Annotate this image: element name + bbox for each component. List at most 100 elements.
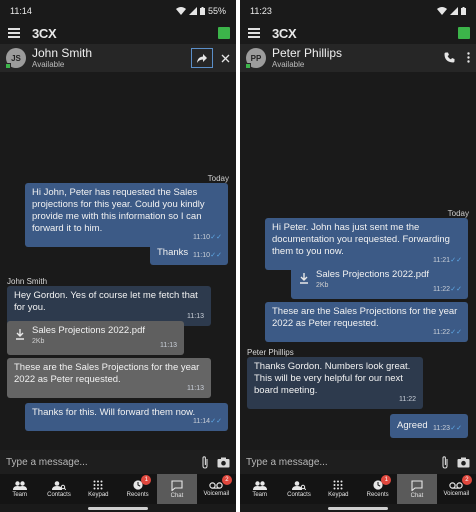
nav-label: Chat [170, 492, 184, 499]
contacts-icon [291, 480, 306, 490]
nav-label: Contacts [287, 491, 311, 498]
composer-bar [0, 450, 236, 474]
forward-icon [197, 53, 207, 63]
recents-badge: 1 [381, 475, 392, 485]
file-details: Sales Projections 2022.pdf 2Kb [32, 325, 145, 346]
wifi-icon [175, 7, 186, 15]
team-icon [252, 480, 267, 490]
contact-name: John Smith [32, 45, 93, 60]
phone-screen-right: 11:23 3CX PP Peter Phillips Available To… [240, 0, 476, 512]
nav-label: Keypad [88, 492, 109, 498]
composer-actions [201, 455, 230, 469]
message-bubble[interactable]: Thanks Gordon. Numbers look great. This … [247, 357, 423, 409]
status-time: 11:14 [10, 6, 32, 16]
attach-icon[interactable] [441, 455, 449, 469]
recents-badge: 1 [141, 475, 152, 485]
menu-icon[interactable] [8, 28, 20, 38]
nav-contacts[interactable]: Contacts [279, 474, 318, 504]
download-icon[interactable] [14, 327, 26, 343]
app-bar: 3CX [240, 22, 476, 44]
menu-icon[interactable] [248, 28, 260, 38]
avatar[interactable]: PP [245, 48, 266, 69]
file-attachment[interactable]: Sales Projections 2022.pdf 2Kb 11:13 [7, 321, 184, 355]
nav-chat[interactable]: Chat [157, 474, 197, 504]
message-time: 11:13 [160, 342, 177, 349]
camera-icon[interactable] [217, 457, 230, 468]
message-text: Hey Gordon. Yes of course let me fetch t… [14, 290, 198, 313]
nav-voicemail[interactable]: 2 Voicemail [197, 474, 236, 504]
battery-icon [199, 7, 205, 15]
message-bubble[interactable]: Hi Peter. John has just sent me the docu… [265, 218, 468, 270]
status-icons: 55% [175, 6, 226, 16]
sender-name: Peter Phillips [247, 348, 294, 357]
message-bubble[interactable]: Hi John, Peter has requested the Sales p… [25, 183, 228, 247]
more-options-icon[interactable] [467, 52, 470, 63]
home-indicator[interactable] [328, 507, 388, 510]
message-bubble[interactable]: Agreed 11:23 ✓✓ [390, 414, 468, 438]
message-text: Thanks Gordon. Numbers look great. This … [254, 361, 411, 396]
message-text: These are the Sales Projections for the … [272, 306, 458, 329]
composer-actions [441, 455, 470, 469]
message-list[interactable]: Today Hi Peter. John has just sent me th… [240, 72, 476, 446]
message-bubble[interactable]: Thanks 11:10 ✓✓ [150, 241, 228, 265]
nav-label: Voicemail [443, 490, 470, 497]
contact-status: Available [32, 59, 65, 69]
file-attachment[interactable]: Sales Projections 2022.pdf 2Kb 11:22 ✓✓ [291, 265, 468, 299]
presence-dot [5, 63, 11, 69]
nav-team[interactable]: Team [240, 474, 279, 504]
message-bubble[interactable]: Thanks for this. Will forward them now. … [25, 403, 228, 431]
read-check-icon: ✓✓ [450, 329, 462, 336]
voicemail-icon [449, 481, 463, 489]
message-time: 11:13 [187, 313, 204, 320]
avatar[interactable]: JS [5, 48, 26, 69]
attach-icon[interactable] [201, 455, 209, 469]
forward-button[interactable] [191, 48, 213, 68]
nav-label: Team [12, 491, 27, 498]
download-icon[interactable] [298, 271, 310, 287]
message-text: Thanks [157, 247, 189, 258]
composer-bar [240, 450, 476, 474]
file-row: Sales Projections 2022.pdf 2Kb [14, 325, 177, 346]
nav-chat[interactable]: Chat [397, 474, 437, 504]
message-bubble[interactable]: These are the Sales Projections for the … [265, 302, 468, 342]
presence-status-button[interactable] [218, 27, 230, 39]
presence-status-button[interactable] [458, 27, 470, 39]
home-indicator[interactable] [88, 507, 148, 510]
avatar-initials: PP [250, 53, 262, 63]
voicemail-badge: 2 [221, 475, 232, 485]
message-time: 11:14 [193, 418, 210, 425]
contacts-icon [51, 480, 66, 490]
message-time: 11:13 [187, 385, 204, 392]
message-time: 11:10 [193, 252, 210, 259]
phone-screen-left: 11:14 55% 3CX JS John Smith Available To… [0, 0, 236, 512]
read-check-icon: ✓✓ [450, 425, 462, 432]
nav-keypad[interactable]: Keypad [319, 474, 358, 504]
presence-dot [245, 63, 251, 69]
message-input[interactable] [246, 452, 441, 472]
phone-call-icon[interactable] [444, 52, 455, 63]
close-icon[interactable] [221, 54, 230, 63]
nav-keypad[interactable]: Keypad [79, 474, 118, 504]
contact-info: Peter Phillips Available [272, 46, 342, 70]
sender-name: John Smith [7, 277, 48, 286]
message-input[interactable] [6, 452, 201, 472]
nav-voicemail[interactable]: 2 Voicemail [437, 474, 476, 504]
read-check-icon: ✓✓ [450, 286, 462, 293]
message-list[interactable]: Today Hi John, Peter has requested the S… [0, 72, 236, 446]
file-size: 2Kb [316, 282, 329, 289]
nav-label: Chat [410, 492, 424, 499]
battery-percent: 55% [207, 6, 226, 16]
nav-team[interactable]: Team [0, 474, 39, 504]
nav-recents[interactable]: 1 Recents [118, 474, 157, 504]
message-bubble[interactable]: Hey Gordon. Yes of course let me fetch t… [7, 286, 211, 326]
avatar-initials: JS [11, 53, 21, 63]
message-text: Thanks for this. Will forward them now. [32, 407, 196, 418]
message-time: 11:22 [433, 286, 450, 293]
nav-contacts[interactable]: Contacts [39, 474, 78, 504]
camera-icon[interactable] [457, 457, 470, 468]
keypad-icon [93, 480, 103, 490]
file-name: Sales Projections 2022.pdf [32, 325, 146, 336]
message-bubble[interactable]: These are the Sales Projections for the … [7, 358, 211, 398]
contact-info: John Smith Available [32, 45, 93, 70]
nav-recents[interactable]: 1 Recents [358, 474, 397, 504]
